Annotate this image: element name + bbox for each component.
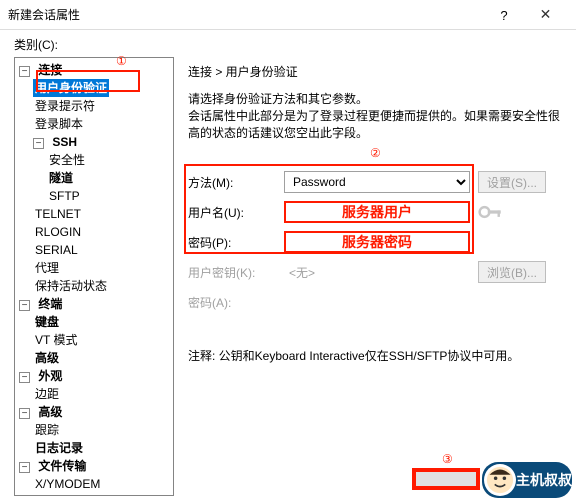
browse-button: 浏览(B)... (478, 261, 546, 283)
tree-node-appearance[interactable]: 外观 (36, 367, 64, 385)
category-label: 类别(C): (0, 30, 576, 55)
tree-node-tunnel[interactable]: 隧道 (47, 169, 75, 187)
row-username: 用户名(U): (188, 199, 564, 225)
note-text: 注释: 公钥和Keyboard Interactive仅在SSH/SFTP协议中… (188, 347, 564, 364)
userkey-label: 用户密钥(K): (188, 264, 284, 281)
toggle-icon[interactable]: − (19, 66, 30, 77)
toggle-icon[interactable]: − (19, 408, 30, 419)
password2-label: 密码(A): (188, 294, 284, 311)
help-button[interactable]: ? (488, 0, 520, 30)
window-controls: ✕ (523, 0, 568, 30)
description-line: 会话属性中此部分是为了登录过程更便捷而提供的。如果需要安全性很高的状态的话建议您… (188, 107, 564, 141)
password-input[interactable] (284, 231, 470, 253)
username-input[interactable] (284, 201, 470, 223)
tree-node-margin[interactable]: 边距 (33, 385, 61, 403)
tree-node-advanced2[interactable]: 高级 (36, 403, 64, 421)
tree-node-serial[interactable]: SERIAL (33, 241, 80, 259)
logo-text: 主机叔叔 (516, 470, 572, 490)
tree-node-trace[interactable]: 跟踪 (33, 421, 61, 439)
toggle-icon[interactable]: − (19, 462, 30, 473)
row-userkey: 用户密钥(K): <无> 浏览(B)... (188, 259, 564, 285)
tree-node-logging[interactable]: 日志记录 (33, 439, 85, 457)
logo-face-icon (484, 464, 516, 496)
tree-node-rlogin[interactable]: RLOGIN (33, 223, 83, 241)
tree-node-proxy[interactable]: 代理 (33, 259, 61, 277)
method-select[interactable]: Password (284, 171, 470, 193)
tree-node-vtmode[interactable]: VT 模式 (33, 331, 79, 349)
category-tree[interactable]: − 连接 用户身份验证 登录提示符 登录脚本 − SSH 安全性 隧道 SFT (14, 57, 174, 496)
toggle-icon[interactable]: − (19, 372, 30, 383)
window-title: 新建会话属性 (8, 6, 523, 23)
close-button[interactable]: ✕ (523, 0, 568, 30)
tree-node-filetransfer[interactable]: 文件传输 (36, 457, 88, 475)
auth-form: 方法(M): Password 设置(S)... 用户名(U): (188, 169, 564, 364)
tree-node-security[interactable]: 安全性 (47, 151, 87, 169)
row-method: 方法(M): Password 设置(S)... (188, 169, 564, 195)
tree-node-connect[interactable]: 连接 (36, 61, 64, 79)
titlebar: 新建会话属性 ? ✕ (0, 0, 576, 30)
username-label: 用户名(U): (188, 204, 284, 221)
tree-node-keyboard[interactable]: 键盘 (33, 313, 61, 331)
row-password: 密码(P): (188, 229, 564, 255)
user-key-icon (478, 202, 504, 222)
tree-node-zmodem[interactable]: ZMODEM (33, 493, 90, 496)
settings-button[interactable]: 设置(S)... (478, 171, 546, 193)
toggle-icon[interactable]: − (33, 138, 44, 149)
main-area: − 连接 用户身份验证 登录提示符 登录脚本 − SSH 安全性 隧道 SFT (0, 55, 576, 502)
tree-node-telnet[interactable]: TELNET (33, 205, 83, 223)
tree-node-advanced[interactable]: 高级 (33, 349, 61, 367)
watermark-logo: 主机叔叔 (482, 462, 572, 498)
method-label: 方法(M): (188, 174, 284, 191)
tree-node-ssh[interactable]: SSH (50, 133, 79, 151)
password-label: 密码(P): (188, 234, 284, 251)
description-line: 请选择身份验证方法和其它参数。 (188, 90, 564, 107)
toggle-icon[interactable]: − (19, 300, 30, 311)
password2-value (284, 291, 470, 313)
tree-node-auth[interactable]: 用户身份验证 (33, 79, 109, 97)
tree-node-terminal[interactable]: 终端 (36, 295, 64, 313)
tree-node-login-script[interactable]: 登录脚本 (33, 115, 85, 133)
tree-node-keepalive[interactable]: 保持活动状态 (33, 277, 109, 295)
content-panel: 连接 > 用户身份验证 请选择身份验证方法和其它参数。 会话属性中此部分是为了登… (174, 55, 576, 502)
breadcrumb: 连接 > 用户身份验证 (188, 59, 564, 80)
confirm-button[interactable] (412, 468, 480, 490)
tree-node-xymodem[interactable]: X/YMODEM (33, 475, 102, 493)
description: 请选择身份验证方法和其它参数。 会话属性中此部分是为了登录过程更便捷而提供的。如… (188, 90, 564, 141)
tree-node-login-prompt[interactable]: 登录提示符 (33, 97, 97, 115)
userkey-value: <无> (284, 261, 470, 283)
tree-node-sftp[interactable]: SFTP (47, 187, 82, 205)
row-password2: 密码(A): (188, 289, 564, 315)
